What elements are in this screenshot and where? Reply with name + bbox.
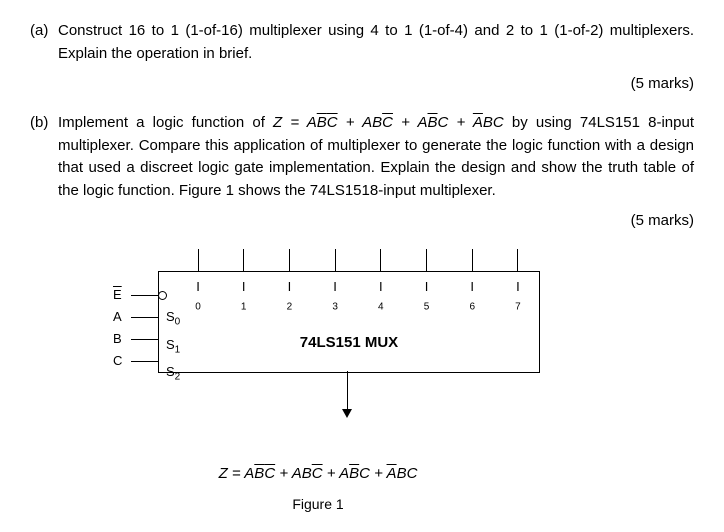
mux-diagram: 74LS151 MUX I0 I1 I2 I3 I4 I5 I6 I7 E A (58, 249, 578, 449)
enable-label: E (113, 284, 129, 306)
data-input-labels: I0 I1 I2 I3 I4 I5 I6 I7 (188, 279, 528, 313)
qb-equation: Z = ABC + ABC + ABC + ABC (273, 114, 504, 131)
pin-i0 (198, 249, 199, 271)
lab-i3: I3 (325, 279, 345, 313)
pin-i7 (517, 249, 518, 271)
lab-i2: I2 (279, 279, 299, 313)
lab-i4: I4 (371, 279, 391, 313)
qb-intro: Implement a logic function of (58, 114, 273, 131)
pin-i3 (335, 249, 336, 271)
pin-i4 (380, 249, 381, 271)
question-a-text: Construct 16 to 1 (1-of-16) multiplexer … (58, 20, 694, 65)
s2-label: S2 (166, 361, 180, 389)
sel-a-row: A (113, 306, 167, 328)
lab-i1: I1 (234, 279, 254, 313)
mux-title: 74LS151 MUX (159, 334, 539, 351)
lab-i5: I5 (417, 279, 437, 313)
sel-b-row: B (113, 328, 167, 350)
output-equation: Z = ABC + ABC + ABC + ABC (58, 465, 578, 482)
lab-i7: I7 (508, 279, 528, 313)
select-inputs: E A B C (113, 284, 167, 372)
pin-i1 (243, 249, 244, 271)
question-a: (a) Construct 16 to 1 (1-of-16) multiple… (30, 20, 694, 92)
s1-label: S1 (166, 334, 180, 362)
lab-i0: I0 (188, 279, 208, 313)
question-b: (b) Implement a logic function of Z = AB… (30, 112, 694, 229)
question-b-marks: (5 marks) (30, 212, 694, 229)
sel-b-wire (131, 339, 159, 340)
sel-c-row: C (113, 350, 167, 372)
pin-i5 (426, 249, 427, 271)
lab-i6: I6 (462, 279, 482, 313)
pin-i2 (289, 249, 290, 271)
select-port-labels: S0 S1 S2 (166, 306, 180, 389)
s0-label: S0 (166, 306, 180, 334)
enable-row: E (113, 284, 167, 306)
figure-caption: Figure 1 (58, 496, 578, 512)
enable-wire (131, 295, 159, 296)
question-b-row: (b) Implement a logic function of Z = AB… (30, 112, 694, 202)
sel-c-wire (131, 361, 159, 362)
question-a-label: (a) (30, 20, 58, 43)
arrow-down-icon (342, 409, 352, 418)
sel-a-wire (131, 317, 159, 318)
data-input-pins (188, 249, 528, 271)
question-a-marks: (5 marks) (30, 75, 694, 92)
output-wire (347, 371, 348, 411)
pin-i6 (472, 249, 473, 271)
inversion-bubble-icon (158, 291, 167, 300)
question-b-label: (b) (30, 112, 58, 135)
figure-1: 74LS151 MUX I0 I1 I2 I3 I4 I5 I6 I7 E A (58, 249, 694, 512)
question-a-row: (a) Construct 16 to 1 (1-of-16) multiple… (30, 20, 694, 65)
question-b-text: Implement a logic function of Z = ABC + … (58, 112, 694, 202)
